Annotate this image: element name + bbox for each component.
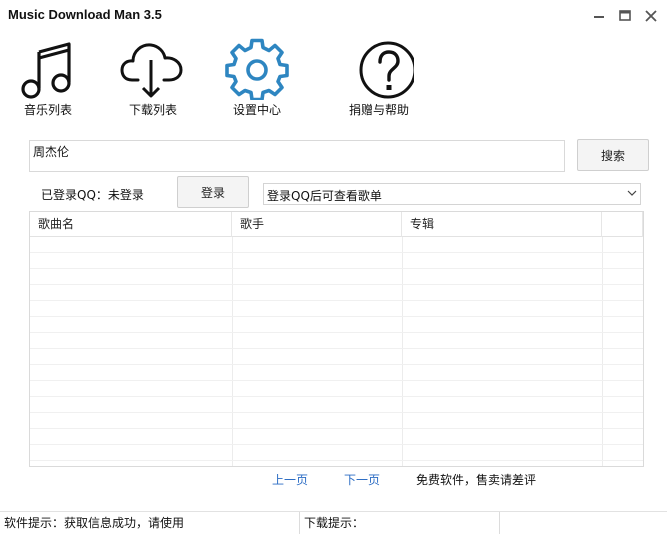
row-divider: [30, 364, 643, 365]
prev-page-link[interactable]: 上一页: [272, 471, 308, 488]
table-header: 歌曲名 歌手 专辑: [30, 212, 643, 237]
row-divider: [30, 316, 643, 317]
column-divider: [402, 237, 403, 466]
status-bar: 软件提示：获取信息成功，请使用 下载提示：: [0, 511, 667, 534]
login-button[interactable]: 登录: [177, 176, 249, 208]
search-button[interactable]: 搜索: [577, 139, 649, 171]
column-header-album[interactable]: 专辑: [402, 212, 602, 237]
row-divider: [30, 444, 643, 445]
toolbar-settings[interactable]: 设置中心: [212, 38, 302, 120]
row-divider: [30, 332, 643, 333]
gear-icon: [225, 38, 289, 100]
status-download-text: 下载提示：: [300, 512, 500, 534]
toolbar-music-list-label: 音乐列表: [23, 103, 72, 117]
column-header-song[interactable]: 歌曲名: [30, 212, 232, 237]
toolbar-settings-label: 设置中心: [232, 103, 281, 117]
toolbar-download-list[interactable]: 下载列表: [108, 38, 198, 120]
music-note-icon: [21, 42, 71, 99]
row-divider: [30, 428, 643, 429]
free-software-notice: 免费软件，售卖请差评: [416, 473, 537, 487]
maximize-button[interactable]: [614, 6, 636, 26]
chevron-down-icon: [627, 190, 637, 196]
column-header-artist[interactable]: 歌手: [232, 212, 402, 237]
status-info-text: 软件提示：获取信息成功，请使用: [0, 512, 300, 534]
close-button[interactable]: [640, 6, 662, 26]
row-divider: [30, 412, 643, 413]
column-header-extra[interactable]: [602, 212, 643, 237]
row-divider: [30, 396, 643, 397]
row-divider: [30, 348, 643, 349]
toolbar-donate-help[interactable]: 捐赠与帮助: [334, 38, 424, 120]
cloud-download-icon: [120, 43, 183, 98]
close-icon: [645, 10, 657, 22]
column-divider: [602, 237, 603, 466]
minimize-button[interactable]: [588, 6, 610, 26]
title-bar: Music Download Man 3.5: [0, 0, 667, 32]
row-divider: [30, 268, 643, 269]
table-body: [30, 237, 643, 466]
toolbar-download-list-label: 下载列表: [128, 103, 177, 117]
row-divider: [30, 252, 643, 253]
row-divider: [30, 284, 643, 285]
app-title: Music Download Man 3.5: [8, 7, 162, 22]
search-input[interactable]: [29, 140, 565, 172]
toolbar-donate-help-label: 捐赠与帮助: [348, 103, 409, 117]
minimize-icon: [594, 16, 604, 18]
login-status-text: 已登录QQ：未登录: [41, 188, 144, 202]
next-page-link[interactable]: 下一页: [344, 471, 380, 488]
toolbar-music-list[interactable]: 音乐列表: [3, 38, 93, 120]
maximize-icon: [619, 10, 631, 21]
playlist-select[interactable]: 登录QQ后可查看歌单: [263, 183, 641, 205]
row-divider: [30, 460, 643, 461]
playlist-select-value: 登录QQ后可查看歌单: [267, 189, 382, 203]
column-divider: [232, 237, 233, 466]
row-divider: [30, 300, 643, 301]
song-table[interactable]: 歌曲名 歌手 专辑: [29, 211, 644, 467]
row-divider: [30, 380, 643, 381]
help-circle-icon: [359, 41, 414, 99]
